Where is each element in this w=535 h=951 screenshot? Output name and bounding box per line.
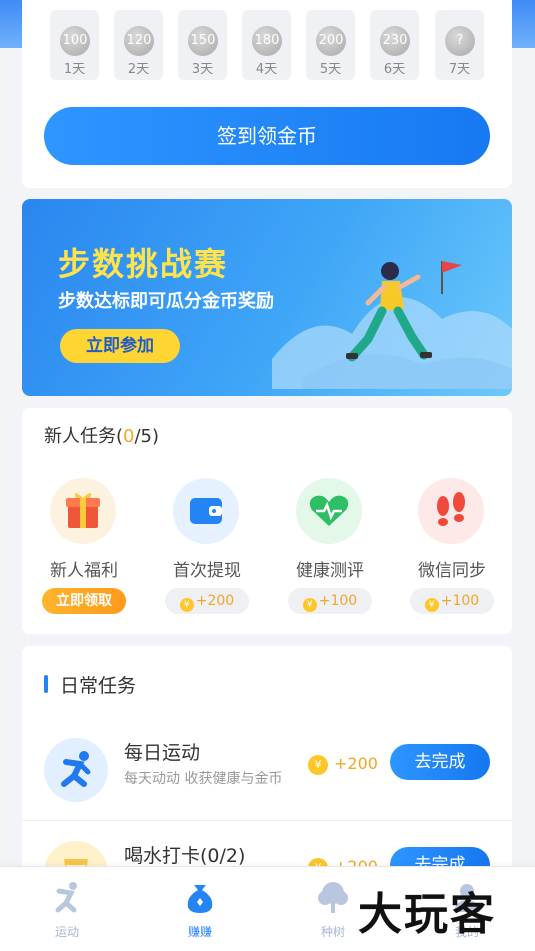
coin-icon: 120	[124, 26, 154, 56]
money-bag-icon	[187, 885, 213, 913]
claim-now-button[interactable]: 立即领取	[42, 588, 126, 614]
reward-amount: +100	[318, 593, 358, 609]
reward-pill: ¥ +100	[288, 588, 372, 614]
reward-pill: ¥ +100	[410, 588, 494, 614]
signin-day-6: 230 6天	[370, 10, 419, 80]
title-suffix: /5)	[134, 426, 160, 447]
title-prefix: 新人任务(	[44, 426, 124, 447]
signin-day-1: 100 1天	[50, 10, 99, 80]
coin-icon: ¥	[302, 598, 317, 612]
running-icon	[55, 882, 77, 913]
task-health-assessment[interactable]: 健康测评 ¥ +100	[286, 478, 374, 618]
nav-item-earn[interactable]: 赚赚	[155, 875, 245, 945]
reward-amount: +200	[195, 593, 235, 609]
coin-icon: 150	[188, 26, 218, 56]
task-name: 首次提现	[173, 561, 241, 581]
banner-subtitle: 步数达标即可瓜分金币奖励	[58, 291, 274, 312]
signin-button[interactable]: 签到领金币	[44, 107, 490, 165]
signin-day-label: 1天	[63, 62, 86, 77]
signin-day-label: 3天	[191, 62, 214, 77]
section-accent-bar	[44, 675, 48, 693]
task-name: 健康测评	[296, 561, 364, 581]
watermark-logo: 大玩客	[358, 889, 496, 940]
signin-day-5: 200 5天	[306, 10, 355, 80]
go-complete-button[interactable]: 去完成	[390, 744, 490, 780]
signin-day-label: 4天	[255, 62, 278, 77]
task-wechat-sync[interactable]: 微信同步 ¥ +100	[408, 478, 496, 618]
signin-day-label: 2天	[127, 62, 150, 77]
progress-count: 0	[123, 426, 135, 447]
coin-icon: 100	[60, 26, 90, 56]
task-name: 喝水打卡(0/2)	[124, 845, 246, 867]
tree-icon	[318, 882, 348, 913]
mystery-coin-icon: ?	[445, 26, 475, 56]
newbie-tasks-title: 新人任务(0/5)	[44, 422, 159, 448]
coin-icon: ¥	[308, 755, 328, 775]
coin-icon: ¥	[179, 598, 194, 612]
banner-title: 步数挑战赛	[58, 245, 229, 283]
signin-day-label: 6天	[383, 62, 406, 77]
signin-card: 100 1天 120 2天 150 3天 180 4天 200 5天 230 6…	[22, 0, 512, 188]
signin-day-4: 180 4天	[242, 10, 291, 80]
signin-day-3: 150 3天	[178, 10, 227, 80]
newbie-tasks-card: 新人任务(0/5) 新人福利 立即领取 首次提现 ¥ +200 健康测评 ¥ +10…	[22, 408, 512, 634]
wallet-icon	[173, 478, 239, 544]
signin-day-label: 7天	[448, 62, 471, 77]
heart-pulse-icon	[296, 478, 362, 544]
task-name: 新人福利	[50, 561, 118, 581]
reward-amount: +100	[440, 593, 480, 609]
signin-day-label: 5天	[319, 62, 342, 77]
coin-icon: 180	[252, 26, 282, 56]
join-now-button[interactable]: 立即参加	[60, 329, 180, 363]
signin-days-row: 100 1天 120 2天 150 3天 180 4天 200 5天 230 6…	[50, 10, 484, 80]
task-name: 微信同步	[418, 561, 486, 581]
nav-item-sport[interactable]: 运动	[22, 875, 112, 945]
nav-label: 运动	[54, 925, 79, 939]
task-newbie-welfare[interactable]: 新人福利 立即领取	[40, 478, 128, 618]
coin-icon: 200	[316, 26, 346, 56]
reward-amount: +200	[334, 754, 378, 773]
daily-task-row: 每日运动 每天动动 收获健康与金币 ¥ +200 去完成	[22, 738, 512, 838]
task-description: 每天动动 收获健康与金币	[124, 771, 283, 787]
runner-illustration	[272, 261, 512, 389]
signin-day-2: 120 2天	[114, 10, 163, 80]
daily-tasks-title: 日常任务	[60, 675, 137, 697]
coin-icon: 230	[380, 26, 410, 56]
reward: ¥ +200	[308, 754, 378, 775]
reward-pill: ¥ +200	[165, 588, 249, 614]
nav-label: 赚赚	[187, 925, 212, 939]
running-icon	[44, 738, 108, 802]
coin-icon: ¥	[424, 598, 439, 612]
task-first-withdraw[interactable]: 首次提现 ¥ +200	[163, 478, 251, 618]
footprints-icon	[418, 478, 484, 544]
gift-icon	[50, 478, 116, 544]
step-challenge-banner[interactable]: 步数挑战赛 步数达标即可瓜分金币奖励 立即参加	[22, 199, 512, 396]
divider	[22, 820, 512, 821]
task-name: 每日运动	[124, 742, 201, 764]
signin-day-7: ? 7天	[435, 10, 484, 80]
